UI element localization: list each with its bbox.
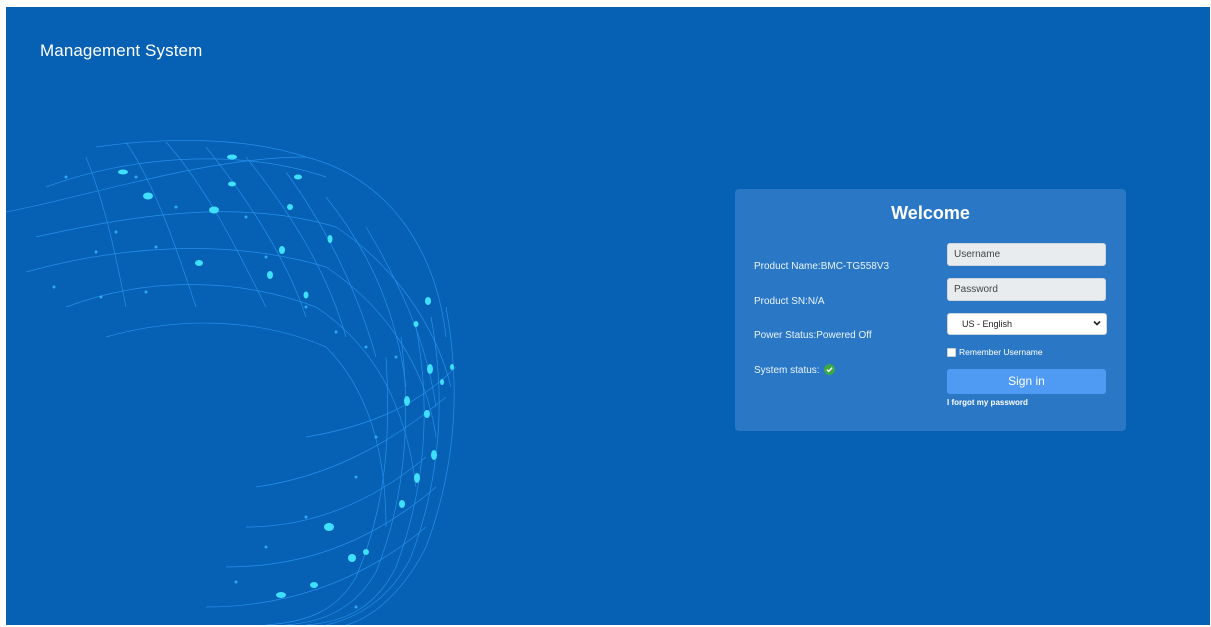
language-select[interactable]: US - English [947, 313, 1107, 335]
welcome-heading: Welcome [891, 203, 970, 223]
status-ok-icon [824, 364, 836, 375]
network-globe-graphic [6, 140, 457, 625]
remember-username-checkbox[interactable] [947, 347, 956, 357]
product-name-text: Product Name:BMC-TG558V3 [754, 261, 890, 272]
remember-username-label: Remember Username [959, 347, 1043, 357]
login-page: Management System Welcome Product Name:B… [6, 7, 1210, 625]
language-select-value: US - English [962, 319, 1013, 329]
chevron-down-icon [1093, 320, 1101, 326]
password-input[interactable] [947, 278, 1106, 301]
forgot-password-link[interactable]: I forgot my password [947, 398, 1028, 407]
product-sn-text: Product SN:N/A [754, 296, 825, 307]
system-status-label: System status: [754, 365, 820, 376]
login-panel: Welcome Product Name:BMC-TG558V3 Product… [735, 189, 1126, 431]
app-title: Management System [40, 41, 203, 60]
system-status: System status: [754, 364, 836, 376]
power-status-text: Power Status:Powered Off [754, 330, 872, 341]
sign-in-button[interactable]: Sign in [947, 369, 1106, 394]
remember-username[interactable]: Remember Username [947, 347, 1043, 357]
username-input[interactable] [947, 243, 1106, 266]
